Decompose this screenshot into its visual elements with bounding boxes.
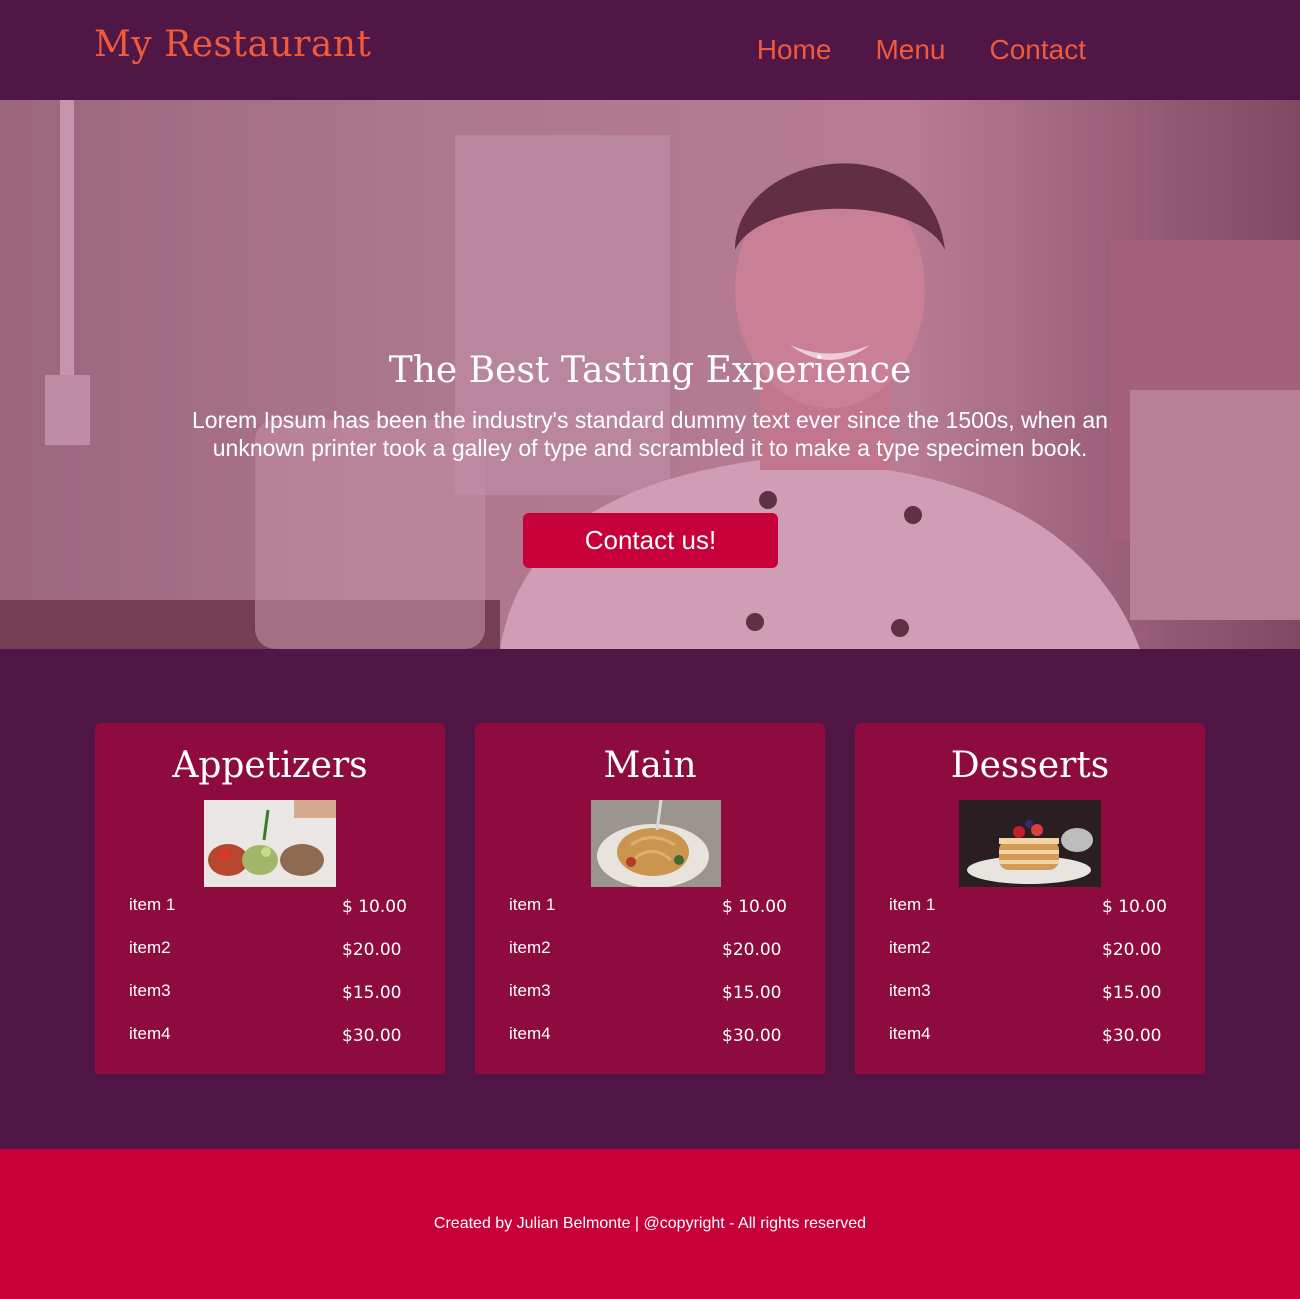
list-item: item4 $30.00 [129,1024,429,1067]
contact-us-button[interactable]: Contact us! [523,513,778,568]
list-item: item4 $30.00 [889,1024,1189,1067]
card-title: Desserts [950,745,1110,786]
list-item: item2 $20.00 [509,938,809,981]
item-price: $15.00 [1102,983,1162,1003]
menu-card-main: Main item 1 $ 10.00 item2 $20.00 item3 $… [475,723,825,1074]
list-item: item 1 $ 10.00 [129,895,429,938]
menu-items: item 1 $ 10.00 item2 $20.00 item3 $15.00… [129,895,429,1067]
list-item: item2 $20.00 [889,938,1189,981]
list-item: item3 $15.00 [129,981,429,1024]
card-title: Appetizers [172,745,368,786]
nav-link-home[interactable]: Home [757,34,832,66]
menu-card-desserts: Desserts item 1 $ 10.00 item2 $20.00 ite [855,723,1205,1074]
nav-link-menu[interactable]: Menu [875,34,945,66]
item-price: $15.00 [722,983,782,1003]
list-item: item3 $15.00 [889,981,1189,1024]
menu-cards: Appetizers item 1 $ 10.00 item2 $20.00 i… [95,723,1206,1074]
item-price: $20.00 [722,940,782,960]
hero-title: The Best Tasting Experience [388,350,912,391]
footer-copyright: Created by Julian Belmonte | @copyright … [433,1215,867,1232]
list-item: item2 $20.00 [129,938,429,981]
item-name: item4 [129,1024,171,1043]
menu-items: item 1 $ 10.00 item2 $20.00 item3 $15.00… [889,895,1189,1067]
item-name: item3 [889,981,931,1000]
item-name: item 1 [129,895,176,914]
list-item: item3 $15.00 [509,981,809,1024]
item-name: item 1 [889,895,936,914]
list-item: item4 $30.00 [509,1024,809,1067]
item-price: $ 10.00 [722,897,787,917]
item-price: $ 10.00 [1102,897,1167,917]
top-navbar: My Restaurant Home Menu Contact [0,0,1300,100]
item-name: item2 [129,938,171,957]
list-item: item 1 $ 10.00 [509,895,809,938]
menu-card-appetizers: Appetizers item 1 $ 10.00 item2 $20.00 i… [95,723,445,1074]
item-price: $30.00 [342,1026,402,1046]
menu-items: item 1 $ 10.00 item2 $20.00 item3 $15.00… [509,895,809,1067]
item-name: item4 [889,1024,931,1043]
hero-description: Lorem Ipsum has been the industry's stan… [192,407,1108,461]
item-name: item2 [509,938,551,957]
pasta-photo [591,800,721,887]
item-price: $20.00 [342,940,402,960]
nav-links: Home Menu Contact [757,34,1086,66]
item-name: item2 [889,938,931,957]
card-title: Main [603,745,697,786]
footer: Created by Julian Belmonte | @copyright … [0,1149,1300,1299]
item-price: $20.00 [1102,940,1162,960]
item-name: item 1 [509,895,556,914]
appetizers-photo [204,800,336,887]
item-price: $ 10.00 [342,897,407,917]
item-price: $30.00 [722,1026,782,1046]
pancakes-photo [959,800,1101,887]
brand-logo[interactable]: My Restaurant [94,24,371,65]
item-price: $30.00 [1102,1026,1162,1046]
nav-link-contact[interactable]: Contact [990,34,1087,66]
hero-section: The Best Tasting Experience Lorem Ipsum … [0,100,1300,649]
item-name: item3 [129,981,171,1000]
list-item: item 1 $ 10.00 [889,895,1189,938]
item-name: item3 [509,981,551,1000]
item-name: item4 [509,1024,551,1043]
item-price: $15.00 [342,983,402,1003]
